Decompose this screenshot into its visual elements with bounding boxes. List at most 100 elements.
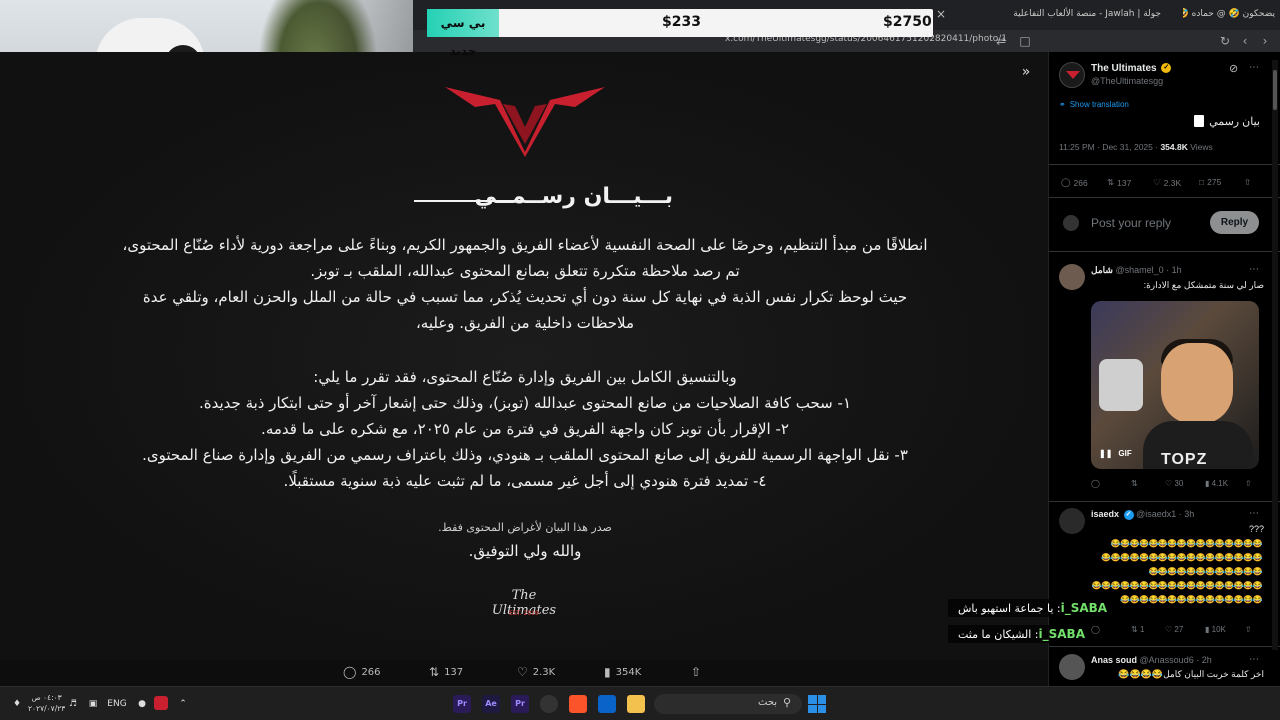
- scrollbar[interactable]: [1272, 60, 1278, 650]
- comment-reposts[interactable]: ⇅ 1: [1131, 625, 1165, 634]
- file-explorer-icon[interactable]: [627, 695, 645, 713]
- comment-line: 😂😂😂😂😂😂😂😂😂😂😂😂: [1148, 567, 1262, 576]
- comment-views[interactable]: ▮ 10K: [1205, 625, 1245, 634]
- more-options-icon[interactable]: ⋯: [1249, 508, 1260, 519]
- avatar[interactable]: [1059, 264, 1085, 290]
- scrollbar-thumb[interactable]: [1273, 70, 1277, 110]
- statement-item-3: ٣- نقل الواجهة الرسمية للفريق إلى صانع ا…: [142, 446, 908, 464]
- language-indicator[interactable]: ENG: [106, 695, 128, 713]
- comment-likes[interactable]: ♡ 27: [1165, 625, 1205, 634]
- reply-input[interactable]: Post your reply: [1091, 216, 1171, 230]
- taskbar-search[interactable]: [654, 694, 802, 714]
- comment-views[interactable]: ▮ 4.1K: [1205, 479, 1245, 488]
- repost-icon: ⇅: [429, 665, 440, 679]
- statement-title: بـــيـــان رســمــي: [474, 184, 673, 209]
- notification-bell-icon[interactable]: ♦: [10, 695, 24, 713]
- windows-start-icon[interactable]: [808, 695, 826, 713]
- forward-icon[interactable]: ›: [1257, 33, 1273, 49]
- avatar[interactable]: [1059, 62, 1085, 88]
- share-icon[interactable]: ⇧: [1245, 479, 1252, 488]
- statement-est: EST. 2019: [509, 610, 539, 617]
- statement-p2-line1: وبالتنسيق الكامل بين الفريق وإدارة صُنّا…: [313, 368, 737, 386]
- share-action[interactable]: ⇧: [691, 665, 701, 679]
- grok-icon[interactable]: ⊘: [1229, 62, 1238, 75]
- after-effects-icon[interactable]: Ae: [482, 695, 500, 713]
- more-options-icon[interactable]: ⋯: [1249, 62, 1260, 73]
- comment-view-count: 10K: [1211, 625, 1226, 634]
- like-count: 2.3K: [532, 666, 556, 678]
- tray-app-icon[interactable]: [154, 696, 168, 710]
- chat-message: i_SABA: يا جماعة استهبو باش: [948, 599, 1112, 617]
- post-bookmark-stat[interactable]: □ 275: [1199, 177, 1221, 187]
- tray-overflow-icon[interactable]: ⌃: [176, 695, 190, 713]
- comment-author[interactable]: شامل @shamel_0 · 1h: [1091, 265, 1182, 276]
- comment-stats: ◯ ⇅ 1 ♡ 27 ▮ 10K ⇧: [1091, 625, 1252, 634]
- post-repost-stat[interactable]: ⇅ 137: [1107, 177, 1131, 188]
- comment-handle: @isaedx1 · 3h: [1136, 509, 1195, 519]
- bookmark-icon[interactable]: □: [1017, 33, 1033, 49]
- share-icon[interactable]: ⇧: [1245, 625, 1252, 634]
- gif-label[interactable]: ❚❚ GIF: [1099, 449, 1132, 458]
- post-reply-count: 266: [1073, 177, 1088, 188]
- verified-badge-icon: ✓: [1161, 63, 1172, 74]
- repost-action[interactable]: ⇅ 137: [429, 665, 463, 679]
- chat-text: : يا جماعة استهبو باش: [958, 601, 1061, 615]
- account-name[interactable]: The Ultimates ✓: [1091, 63, 1172, 74]
- reply-action[interactable]: ◯ 266: [343, 665, 381, 679]
- comment-author-name: شامل: [1091, 265, 1113, 275]
- premiere-icon[interactable]: Pr: [453, 695, 471, 713]
- document-icon: [1194, 115, 1205, 127]
- my-avatar: [1063, 215, 1079, 231]
- brave-browser-icon[interactable]: [569, 695, 587, 713]
- account-handle[interactable]: @TheUltimatesgg: [1091, 76, 1163, 86]
- store-icon[interactable]: [598, 695, 616, 713]
- browser-tab-2[interactable]: جولة | Jawlah - منصة الألعاب التفاعلية: [961, 4, 1161, 24]
- like-action[interactable]: ♡ 2.3K: [517, 665, 555, 679]
- post-text-value: بيان رسمي: [1209, 116, 1260, 128]
- target-price: $2750: [883, 14, 932, 30]
- post-views: 354.8K: [1160, 142, 1188, 152]
- comment-author[interactable]: Anas soud @Anassoud6 · 2h: [1091, 655, 1212, 665]
- troll-face-icon: [1099, 359, 1143, 411]
- post-sidebar: The Ultimates ✓ @TheUltimatesgg ⊘ ⋯ ⚭ Sho…: [1048, 52, 1280, 686]
- comment-line: 😂😂😂😂😂😂😂😂😂😂😂😂😂😂😂😂😂: [1101, 553, 1262, 562]
- obs-icon[interactable]: [540, 695, 558, 713]
- gif-shirt-text: TOPZ: [1161, 451, 1208, 468]
- reply-count: 266: [361, 666, 381, 678]
- views-action[interactable]: ▮ 354K: [604, 665, 641, 679]
- back-icon[interactable]: ‹: [1237, 33, 1253, 49]
- comment-stats: ◯ ⇅ ♡ 30 ▮ 4.1K ⇧: [1091, 479, 1252, 488]
- avatar[interactable]: [1059, 654, 1085, 680]
- premiere-icon[interactable]: Pr: [511, 695, 529, 713]
- post-time: 11:25 PM · Dec 31, 2025 ·: [1059, 142, 1161, 152]
- reply-button[interactable]: Reply: [1210, 211, 1259, 234]
- reply-icon[interactable]: ◯: [1091, 625, 1131, 634]
- post-share-stat[interactable]: ⇧: [1244, 177, 1251, 188]
- statement-closing: والله ولي التوفيق.: [468, 542, 582, 560]
- volume-icon[interactable]: ♬: [66, 695, 80, 713]
- post-like-stat[interactable]: ♡ 2.3K: [1153, 177, 1181, 188]
- expand-sidebar-icon[interactable]: »: [1018, 64, 1034, 80]
- avatar[interactable]: [1059, 508, 1085, 534]
- show-translation-label: Show translation: [1069, 100, 1129, 109]
- statement-item-4: ٤- تمديد فترة هنودي إلى أجل غير مسمى، ما…: [283, 472, 767, 490]
- post-reply-stat[interactable]: ◯ 266: [1061, 177, 1088, 188]
- comment-author[interactable]: isaedx ✓ @isaedx1 · 3h: [1091, 509, 1194, 520]
- search-icon[interactable]: ⚲: [783, 696, 791, 709]
- close-icon[interactable]: ×: [936, 8, 947, 20]
- microphone-icon[interactable]: ●: [136, 695, 148, 713]
- reload-icon[interactable]: ↻: [1217, 33, 1233, 49]
- show-translation-link[interactable]: ⚭ Show translation: [1059, 100, 1129, 109]
- comment-line: 😂😂😂😂😂😂😂😂😂😂😂😂😂😂😂😂: [1110, 539, 1263, 548]
- comment-text: ???: [1248, 524, 1264, 534]
- more-options-icon[interactable]: ⋯: [1249, 264, 1260, 275]
- comment-likes[interactable]: ♡ 30: [1165, 479, 1205, 488]
- repost-icon[interactable]: ⇅: [1131, 479, 1165, 488]
- statement-item-2: ٢- الإقرار بأن توبز كان واجهة الفريق في …: [261, 420, 789, 438]
- reply-icon[interactable]: ◯: [1091, 479, 1131, 488]
- taskbar-clock[interactable]: ٠٤:٠٣ ص ٢٠٢٧/٠٧/٢٣: [28, 692, 65, 714]
- comment-gif[interactable]: TOPZ ❚❚ GIF: [1091, 301, 1259, 469]
- more-options-icon[interactable]: ⋯: [1249, 654, 1260, 665]
- browser-tab-1[interactable]: يضحكون 🤣 @ حماده 🤣 @عبدالله: [1183, 4, 1275, 24]
- network-icon[interactable]: ▣: [86, 695, 100, 713]
